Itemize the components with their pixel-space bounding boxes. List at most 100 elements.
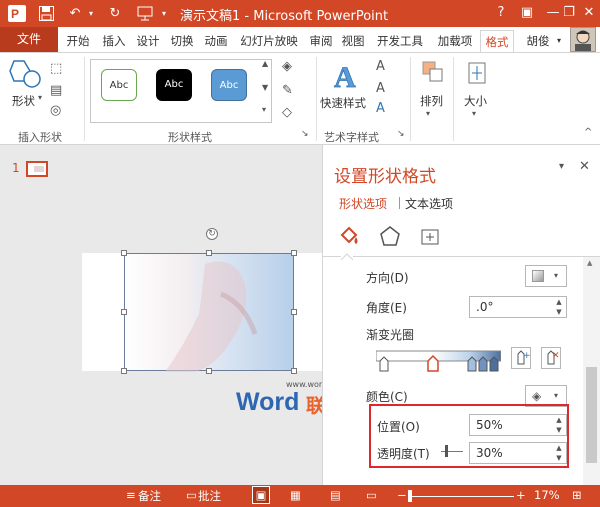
normal-view-icon[interactable]: ▣ xyxy=(252,486,270,504)
shape-outline-icon[interactable]: ✎ xyxy=(282,83,293,98)
redo-icon[interactable]: ↻ xyxy=(104,4,126,23)
arrange-icon[interactable] xyxy=(420,59,446,87)
powerpoint-logo-icon: P xyxy=(6,4,28,23)
tab-shape-options[interactable]: 形状选项 xyxy=(339,195,387,212)
tab-format[interactable]: 格式 xyxy=(480,30,514,52)
text-outline-icon[interactable]: A xyxy=(376,81,385,96)
customize-toolbar-icon[interactable]: ▾ xyxy=(158,4,170,23)
quick-styles-button[interactable]: 快速样式 xyxy=(320,95,366,111)
style-sample-dark[interactable]: Abc xyxy=(156,69,192,101)
tab-home[interactable]: 开始 xyxy=(62,30,94,52)
notes-icon[interactable]: ≡ xyxy=(126,488,136,502)
angle-spinner-icon[interactable]: ▲ ▼ xyxy=(552,297,566,317)
user-name[interactable]: 胡俊 xyxy=(520,30,556,52)
slide-thumbnail[interactable] xyxy=(26,161,48,177)
resize-handle[interactable] xyxy=(291,250,297,256)
text-box-icon[interactable]: ▤ xyxy=(50,83,62,98)
resize-handle[interactable] xyxy=(206,368,212,374)
zoom-in-icon[interactable]: + xyxy=(516,488,526,502)
tab-file[interactable]: 文件 xyxy=(0,27,58,52)
collapse-ribbon-icon[interactable]: ^ xyxy=(584,127,592,138)
close-button[interactable]: ✕ xyxy=(576,3,600,23)
group-label-shape-styles: 形状样式 xyxy=(168,131,212,144)
arrange-button[interactable]: 排列 xyxy=(420,93,443,109)
shape-dropdown-icon[interactable]: ▾ xyxy=(38,93,42,102)
merge-shapes-icon[interactable]: ◎ xyxy=(50,103,61,118)
ribbon-display-options-button[interactable]: ▣ xyxy=(514,3,540,23)
slide-sorter-icon[interactable]: ▦ xyxy=(290,488,301,502)
direction-dropdown[interactable]: ▾ xyxy=(525,265,567,287)
user-dropdown-icon[interactable]: ▾ xyxy=(554,30,564,52)
fit-slide-icon[interactable]: ⊞ xyxy=(572,488,582,502)
tab-animations[interactable]: 动画 xyxy=(200,30,232,52)
tab-review[interactable]: 审阅 xyxy=(306,30,336,52)
gradient-stop-bar[interactable] xyxy=(375,349,502,372)
gallery-down-icon[interactable]: ▼ xyxy=(262,83,268,92)
reading-view-icon[interactable]: ▤ xyxy=(330,488,341,502)
effects-icon[interactable] xyxy=(379,225,401,250)
wordart-launcher-icon[interactable]: ↘ xyxy=(397,129,405,139)
tab-addins[interactable]: 加载项 xyxy=(432,30,478,52)
resize-handle[interactable] xyxy=(121,309,127,315)
tab-developer[interactable]: 开发工具 xyxy=(372,30,428,52)
gallery-more-icon[interactable]: ▾ xyxy=(262,105,266,114)
text-effects-icon[interactable]: A xyxy=(376,101,385,116)
start-slideshow-icon[interactable] xyxy=(134,4,156,23)
style-sample-blue[interactable]: Abc xyxy=(211,69,247,101)
position-input[interactable]: 50% ▲ ▼ xyxy=(469,414,567,436)
resize-handle[interactable] xyxy=(206,250,212,256)
save-icon[interactable] xyxy=(36,4,56,23)
position-spinner-icon[interactable]: ▲ ▼ xyxy=(552,415,566,435)
tab-slideshow[interactable]: 幻灯片放映 xyxy=(234,30,304,52)
size-button[interactable]: 大小 xyxy=(464,93,487,109)
pane-options-icon[interactable]: ▾ xyxy=(559,161,564,172)
transparency-spinner-icon[interactable]: ▲ ▼ xyxy=(552,443,566,463)
angle-input[interactable]: .0° ▲ ▼ xyxy=(469,296,567,318)
resize-handle[interactable] xyxy=(121,250,127,256)
user-avatar[interactable] xyxy=(570,27,596,52)
fill-line-icon[interactable] xyxy=(339,225,361,250)
transparency-slider-thumb[interactable] xyxy=(445,445,448,457)
shape-button[interactable]: 形状 xyxy=(12,93,35,109)
resize-handle[interactable] xyxy=(291,368,297,374)
remove-gradient-stop-icon[interactable]: ✕ xyxy=(541,347,561,369)
resize-handle[interactable] xyxy=(291,309,297,315)
comments-icon[interactable]: ▭ xyxy=(186,488,197,502)
tab-design[interactable]: 设计 xyxy=(132,30,164,52)
edit-shape-icon[interactable]: ⬚ xyxy=(50,61,62,76)
gallery-up-icon[interactable]: ▲ xyxy=(262,59,268,68)
zoom-slider-thumb[interactable] xyxy=(408,490,412,502)
size-icon[interactable] xyxy=(464,59,490,87)
slideshow-view-icon[interactable]: ▭ xyxy=(366,488,377,502)
pane-close-icon[interactable]: ✕ xyxy=(579,159,590,174)
scroll-up-icon[interactable]: ▲ xyxy=(587,259,592,267)
zoom-slider[interactable] xyxy=(408,496,514,497)
undo-icon[interactable]: ↶ xyxy=(64,4,86,23)
text-fill-icon[interactable]: A xyxy=(376,59,385,74)
shape-styles-launcher-icon[interactable]: ↘ xyxy=(301,129,309,139)
resize-handle[interactable] xyxy=(121,368,127,374)
shape-fill-icon[interactable]: ◈ xyxy=(282,59,292,74)
zoom-level[interactable]: 17% xyxy=(534,488,560,502)
comments-button[interactable]: 批注 xyxy=(198,488,221,504)
quick-styles-icon[interactable]: A xyxy=(330,59,364,95)
scrollbar-thumb[interactable] xyxy=(586,367,597,463)
size-dropdown-icon[interactable]: ▾ xyxy=(472,109,476,118)
tab-insert[interactable]: 插入 xyxy=(98,30,130,52)
shape-gallery-icon[interactable] xyxy=(8,59,42,89)
help-button[interactable]: ? xyxy=(488,3,514,23)
add-gradient-stop-icon[interactable]: + xyxy=(511,347,531,369)
transparency-input[interactable]: 30% ▲ ▼ xyxy=(469,442,567,464)
size-properties-icon[interactable] xyxy=(419,225,441,250)
shape-effects-icon[interactable]: ◇ xyxy=(282,105,292,120)
zoom-out-icon[interactable]: − xyxy=(397,488,407,502)
style-sample-outline[interactable]: Abc xyxy=(101,69,137,101)
tab-view[interactable]: 视图 xyxy=(338,30,368,52)
undo-dropdown-icon[interactable]: ▾ xyxy=(86,4,96,23)
tab-text-options[interactable]: 文本选项 xyxy=(405,195,453,212)
notes-button[interactable]: 备注 xyxy=(138,488,161,504)
rotate-handle[interactable]: ↻ xyxy=(206,228,218,240)
tab-transitions[interactable]: 切换 xyxy=(166,30,198,52)
arrange-dropdown-icon[interactable]: ▾ xyxy=(426,109,430,118)
selected-picture-shape[interactable] xyxy=(124,253,294,372)
